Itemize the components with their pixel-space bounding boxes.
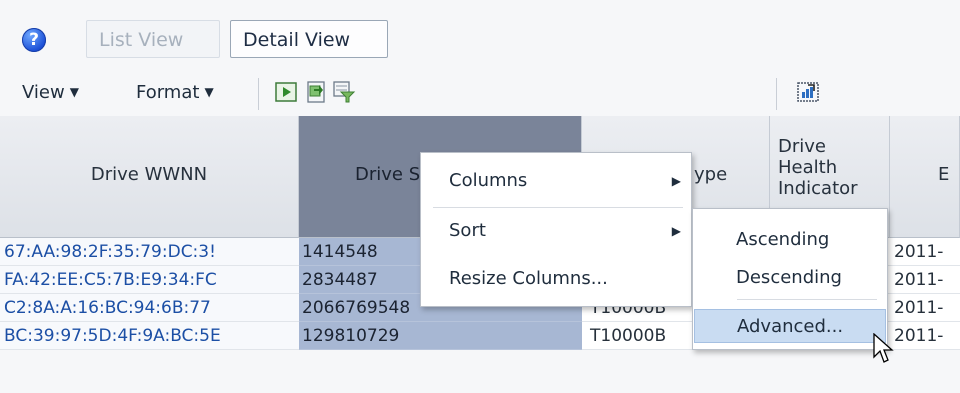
column-header-label: Drive WWNN <box>90 164 208 185</box>
format-menu-label: Format <box>136 82 200 103</box>
view-menu-label: View <box>22 82 65 103</box>
column-header-label: ype <box>694 164 728 185</box>
detail-view-tab[interactable]: Detail View <box>230 20 388 58</box>
cell-drive-wwnn: FA:42:EE:C5:7B:E9:34:FC <box>0 266 299 294</box>
filter-icon[interactable] <box>332 80 356 104</box>
toolbar-divider <box>776 78 777 110</box>
menu-divider <box>737 299 877 300</box>
view-menu[interactable]: View ▼ <box>22 82 79 103</box>
cell-drive-wwnn: BC:39:97:5D:4F:9A:BC:5E <box>0 322 299 350</box>
export-icon[interactable] <box>304 80 328 104</box>
column-header-drive-wwnn[interactable]: Drive WWNN <box>0 116 299 238</box>
cell-date: 2011- <box>890 266 960 294</box>
chart-icon[interactable] <box>796 80 820 104</box>
sort-submenu: Ascending Descending Advanced... <box>692 208 888 350</box>
list-view-tab[interactable]: List View <box>86 20 220 58</box>
cell-drive-wwnn: 67:AA:98:2F:35:79:DC:3! <box>0 238 299 266</box>
column-header-label: Drive Health Indicator <box>778 136 858 199</box>
menu-item-descending[interactable]: Descending <box>694 261 886 295</box>
column-context-menu: Columns ▶ Sort ▶ Resize Columns... <box>420 152 692 307</box>
chevron-down-icon: ▼ <box>204 85 214 99</box>
chevron-down-icon: ▼ <box>69 85 79 99</box>
column-header-e[interactable]: E <box>890 116 960 238</box>
menu-item-label: Resize Columns... <box>449 268 608 289</box>
menu-item-columns[interactable]: Columns ▶ <box>421 163 691 199</box>
menu-item-label: Columns <box>449 170 528 191</box>
table-toolbar: View ▼ Format ▼ <box>0 66 960 116</box>
cell-drive-serial: 129810729 <box>299 322 582 350</box>
view-switcher-bar: ? List View Detail View <box>0 0 960 66</box>
cell-date: 2011- <box>890 238 960 266</box>
menu-item-label: Sort <box>449 220 486 241</box>
cell-drive-wwnn: C2:8A:A:16:BC:94:6B:77 <box>0 294 299 322</box>
toolbar-divider <box>258 78 259 110</box>
menu-item-ascending[interactable]: Ascending <box>694 223 886 257</box>
menu-item-resize-columns[interactable]: Resize Columns... <box>421 261 691 297</box>
help-icon[interactable]: ? <box>22 28 46 52</box>
submenu-arrow-icon: ▶ <box>671 174 681 188</box>
menu-item-sort[interactable]: Sort ▶ <box>421 213 691 249</box>
menu-divider <box>433 207 683 208</box>
format-menu[interactable]: Format ▼ <box>136 82 214 103</box>
mouse-cursor-icon <box>873 333 894 363</box>
column-header-label: E <box>938 164 950 185</box>
menu-item-advanced[interactable]: Advanced... <box>694 309 886 343</box>
cell-date: 2011- <box>890 294 960 322</box>
submenu-arrow-icon: ▶ <box>671 224 681 238</box>
cell-date: 2011- <box>890 322 960 350</box>
play-icon[interactable] <box>274 80 298 104</box>
